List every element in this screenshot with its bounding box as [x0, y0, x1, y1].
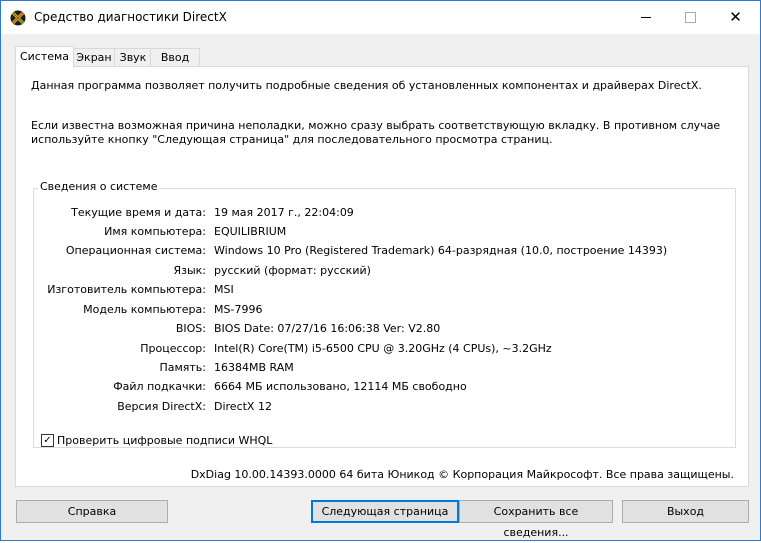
info-label: Операционная система:	[65, 244, 206, 257]
info-label: Текущие время и дата:	[71, 206, 206, 219]
info-label: Процессор:	[140, 342, 206, 355]
info-value: русский (формат: русский)	[214, 264, 371, 277]
info-label: Изготовитель компьютера:	[47, 283, 206, 296]
whql-checkbox-row[interactable]: ✓ Проверить цифровые подписи WHQL	[41, 434, 272, 447]
info-label: Язык:	[173, 264, 206, 277]
exit-button[interactable]: Выход	[622, 500, 749, 523]
info-value: 16384MB RAM	[214, 361, 294, 374]
info-label: Имя компьютера:	[104, 225, 206, 238]
system-info-group-title: Сведения о системе	[38, 180, 160, 193]
checkmark-icon: ✓	[43, 434, 52, 446]
info-label: Память:	[159, 361, 206, 374]
whql-checkbox-label[interactable]: Проверить цифровые подписи WHQL	[57, 434, 272, 447]
maximize-button[interactable]	[668, 1, 713, 34]
info-label: Файл подкачки:	[113, 380, 206, 393]
info-value: Intel(R) Core(TM) i5-6500 CPU @ 3.20GHz …	[214, 342, 552, 355]
info-value: MSI	[214, 283, 234, 296]
info-label: Версия DirectX:	[117, 400, 206, 413]
info-label: BIOS:	[175, 322, 206, 335]
info-value: EQUILIBRIUM	[214, 225, 287, 238]
info-row-manufacturer: Изготовитель компьютера: MSI	[16, 283, 736, 299]
save-all-info-button[interactable]: Сохранить все сведения...	[459, 500, 613, 539]
title-bar[interactable]: Средство диагностики DirectX ✕	[1, 1, 760, 34]
info-row-processor: Процессор: Intel(R) Core(TM) i5-6500 CPU…	[16, 342, 736, 358]
info-value: DirectX 12	[214, 400, 272, 413]
info-row-memory: Память: 16384MB RAM	[16, 361, 736, 377]
minimize-icon	[640, 17, 651, 18]
hint-text: Если известна возможная причина неполадк…	[31, 119, 721, 146]
maximize-icon	[685, 12, 696, 23]
intro-text: Данная программа позволяет получить подр…	[31, 79, 702, 92]
close-button[interactable]: ✕	[713, 1, 758, 34]
info-value: Windows 10 Pro (Registered Trademark) 64…	[214, 244, 668, 257]
info-value: 6664 МБ использовано, 12114 МБ свободно	[214, 380, 467, 393]
tab-system[interactable]: Система	[15, 46, 74, 68]
tab-display[interactable]: Экран	[72, 48, 116, 67]
version-copyright-text: DxDiag 10.00.14393.0000 64 бита Юникод ©…	[190, 468, 734, 481]
next-page-button[interactable]: Следующая страница	[311, 500, 459, 523]
info-value: 19 мая 2017 г., 22:04:09	[214, 206, 354, 219]
whql-checkbox[interactable]: ✓	[41, 434, 54, 447]
info-row-bios: BIOS: BIOS Date: 07/27/16 16:06:38 Ver: …	[16, 322, 736, 338]
close-icon: ✕	[729, 8, 742, 26]
help-button[interactable]: Справка	[16, 500, 168, 523]
info-row-language: Язык: русский (формат: русский)	[16, 264, 736, 280]
info-row-os: Операционная система: Windows 10 Pro (Re…	[16, 244, 736, 260]
info-value: MS-7996	[214, 303, 263, 316]
info-label: Модель компьютера:	[83, 303, 206, 316]
info-row-datetime: Текущие время и дата: 19 мая 2017 г., 22…	[16, 206, 736, 222]
info-row-computer-name: Имя компьютера: EQUILIBRIUM	[16, 225, 736, 241]
directx-window: Средство диагностики DirectX ✕ Система Э…	[0, 0, 761, 541]
system-tab-panel: Данная программа позволяет получить подр…	[15, 66, 749, 487]
tab-sound[interactable]: Звук	[114, 48, 152, 67]
info-row-directx-version: Версия DirectX: DirectX 12	[16, 400, 736, 416]
directx-app-icon	[10, 10, 26, 26]
minimize-button[interactable]	[623, 1, 668, 34]
window-title: Средство диагностики DirectX	[34, 10, 227, 24]
info-row-pagefile: Файл подкачки: 6664 МБ использовано, 121…	[16, 380, 736, 396]
tab-input[interactable]: Ввод	[150, 48, 200, 67]
info-row-model: Модель компьютера: MS-7996	[16, 303, 736, 319]
info-value: BIOS Date: 07/27/16 16:06:38 Ver: V2.80	[214, 322, 441, 335]
